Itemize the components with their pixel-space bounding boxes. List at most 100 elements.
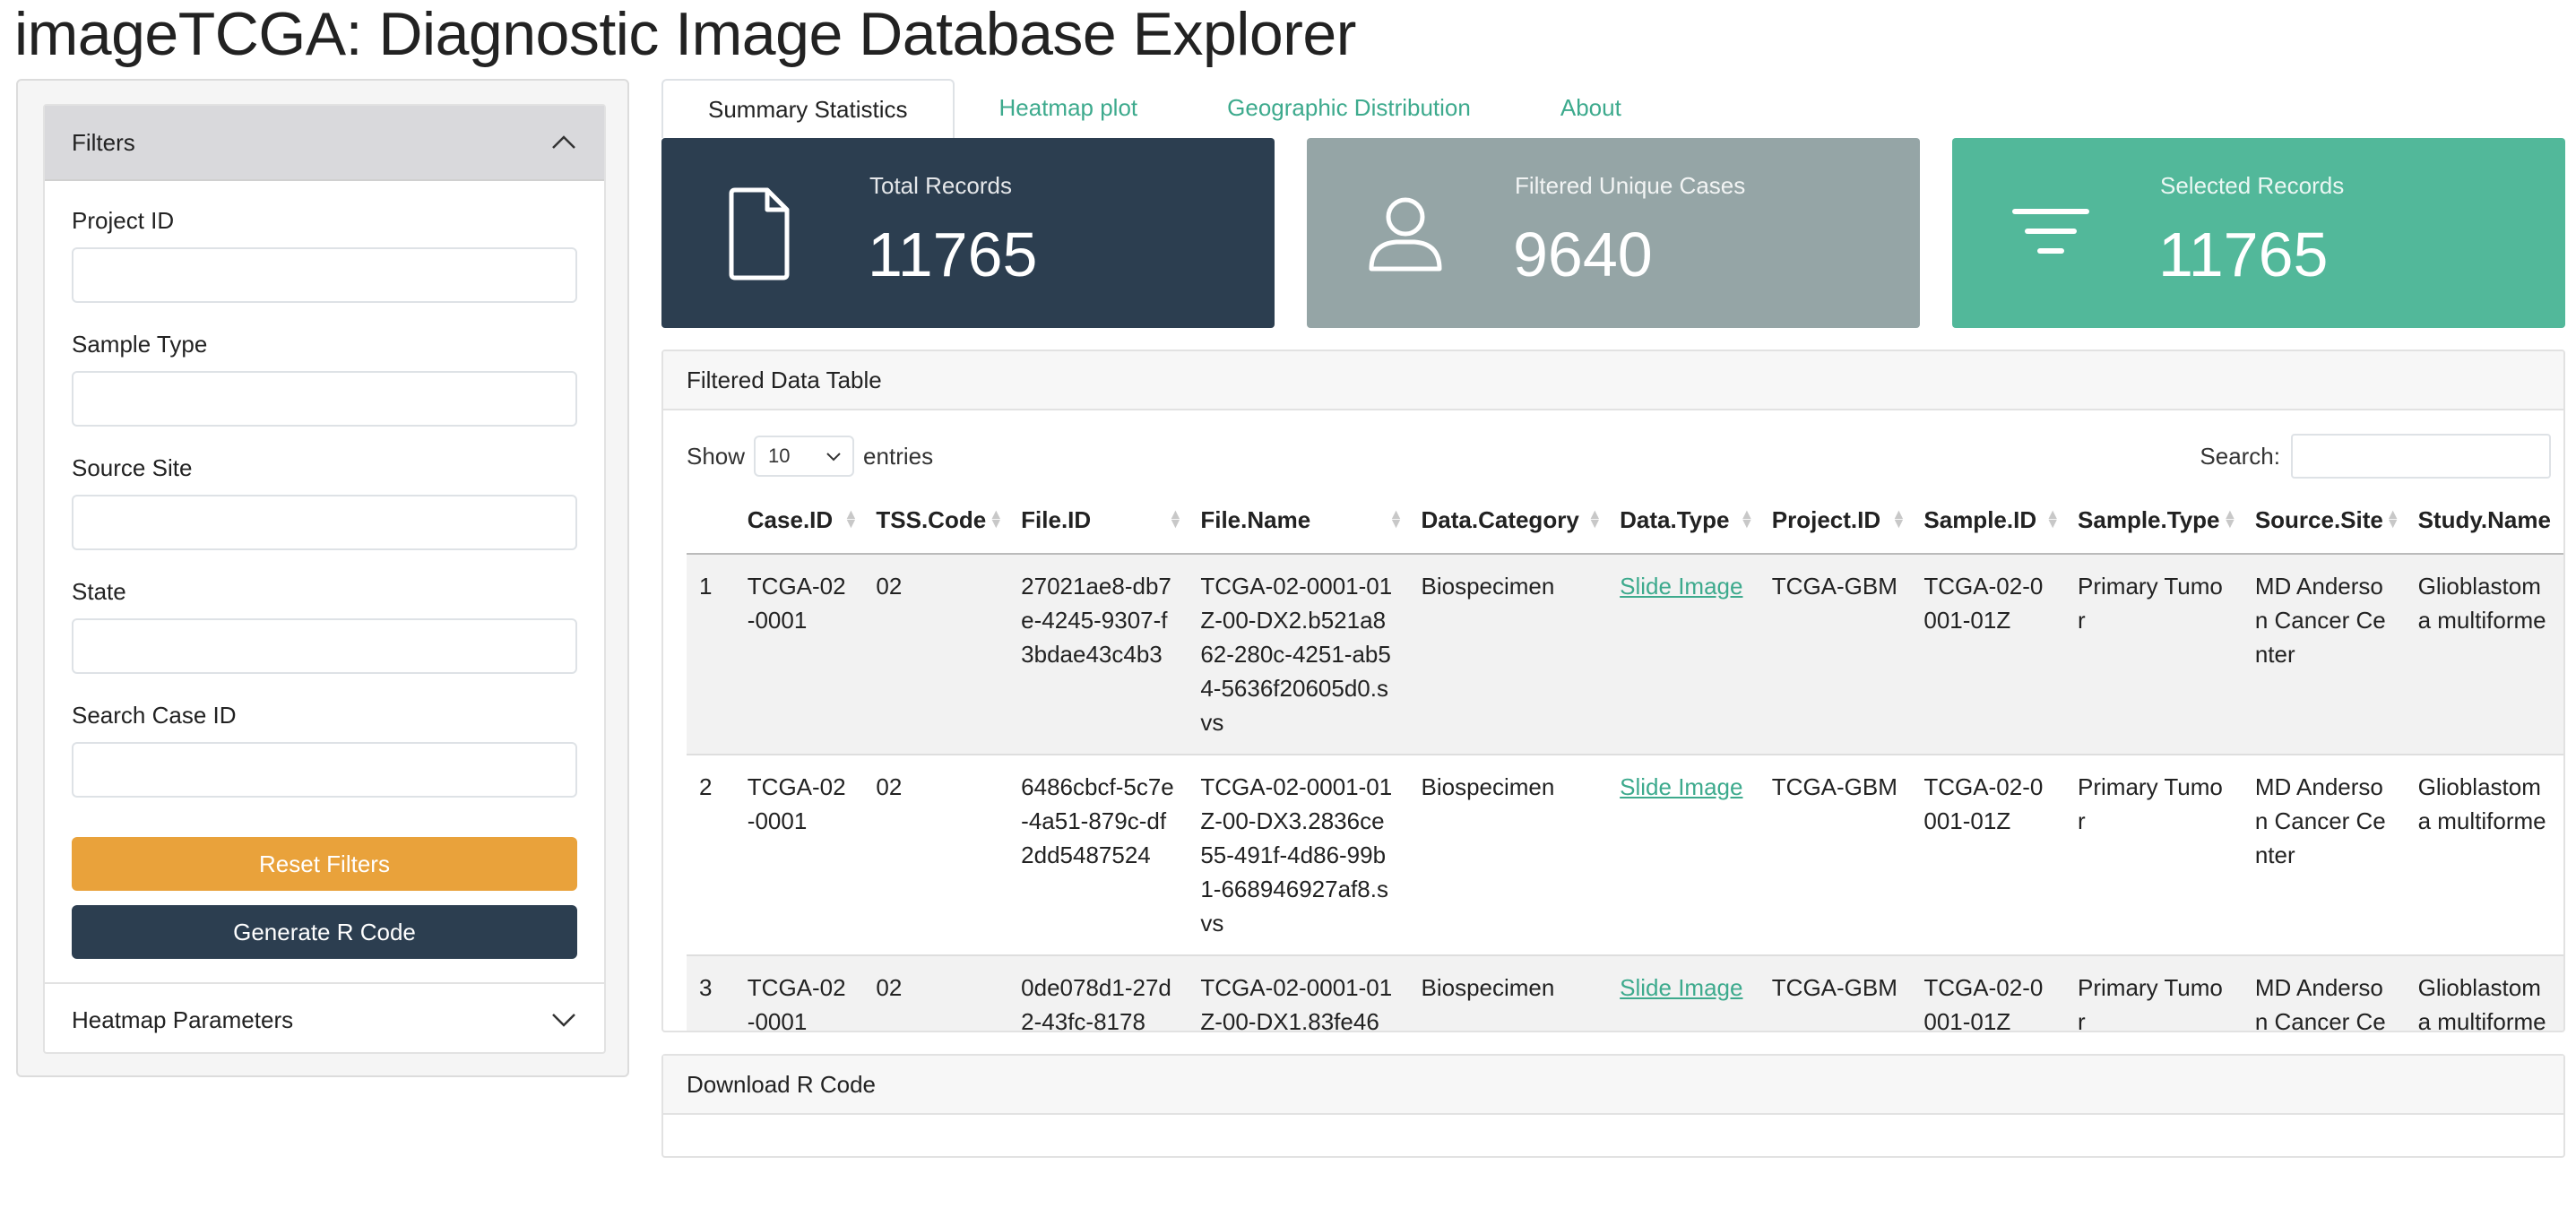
state-input[interactable] (72, 618, 577, 674)
search-case-id-label: Search Case ID (72, 702, 237, 729)
cell-file-id: 27021ae8-db7e-4245-9307-f3bdae43c4b3 (1008, 554, 1189, 755)
filtered-unique-cases-box: Filtered Unique Cases 9640 (1307, 138, 1920, 328)
search-case-id-group: Search Case ID (72, 701, 577, 798)
filtered-unique-cases-label: Filtered Unique Cases (1515, 172, 1746, 199)
sort-icon: ▲ ▼ (2045, 507, 2061, 531)
table-search-control: Search: (2200, 434, 2551, 479)
selected-records-label: Selected Records (2160, 172, 2345, 199)
col-header-label: Project.ID (1771, 506, 1881, 533)
filters-header-label: Filters (72, 128, 135, 156)
cell-index: 1 (687, 554, 735, 755)
cell-project-id: TCGA-GBM (1759, 954, 1912, 1031)
col-header-file-id[interactable]: File.ID ▲ ▼ (1008, 488, 1189, 555)
cell-case-id: TCGA-02-0001 (734, 554, 864, 755)
project-id-group: Project ID (72, 206, 577, 303)
cell-case-id: TCGA-02-0001 (734, 954, 864, 1031)
entries-length-select[interactable]: 10 (754, 436, 855, 477)
sort-icon: ▲ ▼ (1587, 507, 1603, 531)
col-header-label: Data.Category (1421, 506, 1579, 533)
cell-data-category: Biospecimen (1408, 954, 1608, 1031)
filtered-data-table-card: Filtered Data Table Show 10 entries Sear… (661, 350, 2565, 1032)
col-header-project-id[interactable]: Project.ID ▲ ▼ (1759, 488, 1912, 555)
sort-icon: ▲ ▼ (1168, 507, 1183, 531)
selected-records-box: Selected Records 11765 (1952, 138, 2565, 328)
data-table: Case.ID ▲ ▼ TSS.Code ▲ ▼ File.ID ▲ ▼ File.Name… (687, 488, 2563, 1031)
search-case-id-input[interactable] (72, 742, 577, 798)
download-r-code-card: Download R Code (661, 1054, 2565, 1158)
entries-label: entries (863, 442, 934, 470)
tab-geographic-distribution[interactable]: Geographic Distribution (1182, 79, 1516, 138)
col-header-source-site[interactable]: Source.Site ▲ ▼ (2242, 488, 2406, 555)
col-header-data-category[interactable]: Data.Category ▲ ▼ (1408, 488, 1608, 555)
source-site-input[interactable] (72, 495, 577, 550)
filtered-data-table-header: Filtered Data Table (663, 351, 2563, 410)
cell-data-type: Slide Image (1607, 554, 1759, 755)
state-label: State (72, 578, 126, 605)
table-search-input[interactable] (2291, 434, 2551, 479)
cell-data-type: Slide Image (1607, 754, 1759, 955)
search-label: Search: (2200, 442, 2280, 470)
cell-file-id: 6486cbcf-5c7e-4a51-879c-df2dd5487524 (1008, 754, 1189, 955)
sample-type-group: Sample Type (72, 330, 577, 427)
cell-source-site: MD Anderson Cancer Center (2242, 954, 2406, 1031)
total-records-label: Total Records (869, 172, 1012, 199)
cell-sample-id: TCGA-02-0001-01Z (1911, 554, 2066, 755)
table-row[interactable]: 2 TCGA-02-0001 02 6486cbcf-5c7e-4a51-879… (687, 754, 2563, 955)
sample-type-label: Sample Type (72, 331, 208, 358)
cell-data-category: Biospecimen (1408, 754, 1608, 955)
table-row[interactable]: 1 TCGA-02-0001 02 27021ae8-db7e-4245-930… (687, 554, 2563, 755)
chevron-down-icon (552, 1014, 575, 1027)
download-r-code-header: Download R Code (663, 1056, 2563, 1115)
tab-summary-statistics[interactable]: Summary Statistics (661, 79, 955, 138)
filter-icon (2012, 209, 2089, 254)
col-header-study-name[interactable]: Study.Name (2405, 488, 2563, 555)
filtered-unique-cases-value: 9640 (1513, 220, 1653, 289)
cell-file-id: 0de078d1-27d2-43fc-8178 (1008, 954, 1189, 1031)
table-row[interactable]: 3 TCGA-02-0001 02 0de078d1-27d2-43fc-817… (687, 954, 2563, 1031)
total-records-box: Total Records 11765 (661, 138, 1275, 328)
total-records-value: 11765 (868, 220, 1038, 289)
cell-source-site: MD Anderson Cancer Center (2242, 754, 2406, 955)
cell-tss-code: 02 (863, 954, 1009, 1031)
col-header-sample-id[interactable]: Sample.ID ▲ ▼ (1911, 488, 2066, 555)
sort-icon: ▲ ▼ (1891, 507, 1906, 531)
generate-r-code-button[interactable]: Generate R Code (72, 905, 577, 959)
cell-file-name: TCGA-02-0001-01Z-00-DX3.2836ce55-491f-4d… (1188, 754, 1409, 955)
app-title: imageTCGA: Diagnostic Image Database Exp… (14, 0, 1356, 68)
datatable-controls: Show 10 entries Search: (687, 434, 2551, 479)
slide-image-link[interactable]: Slide Image (1620, 773, 1742, 800)
col-header-label: Case.ID (747, 506, 834, 533)
col-header-case-id[interactable]: Case.ID ▲ ▼ (734, 488, 864, 555)
tab-about[interactable]: About (1516, 79, 1666, 138)
chevron-up-icon (552, 135, 575, 149)
sample-type-input[interactable] (72, 371, 577, 427)
slide-image-link[interactable]: Slide Image (1620, 573, 1742, 600)
heatmap-parameters-header[interactable]: Heatmap Parameters (45, 984, 604, 1056)
col-header-index (687, 488, 735, 555)
filters-accordion-header[interactable]: Filters (45, 106, 604, 181)
project-id-input[interactable] (72, 247, 577, 303)
select-chevron-icon (826, 453, 841, 462)
col-header-label: Sample.Type (2078, 506, 2220, 533)
cell-source-site: MD Anderson Cancer Center (2242, 554, 2406, 755)
cell-project-id: TCGA-GBM (1759, 754, 1912, 955)
col-header-sample-type[interactable]: Sample.Type ▲ ▼ (2065, 488, 2243, 555)
sidebar-panel: Filters Project ID Sample Type Source Si… (16, 79, 629, 1077)
tab-heatmap-plot[interactable]: Heatmap plot (955, 79, 1183, 138)
reset-filters-button[interactable]: Reset Filters (72, 837, 577, 891)
sort-icon: ▲ ▼ (1388, 507, 1404, 531)
cell-study-name: Glioblastoma multiforme (2405, 954, 2563, 1031)
show-label: Show (687, 442, 746, 470)
col-header-data-type[interactable]: Data.Type ▲ ▼ (1607, 488, 1759, 555)
col-header-label: TSS.Code (876, 506, 987, 533)
sort-icon: ▲ ▼ (2222, 507, 2237, 531)
state-group: State (72, 577, 577, 674)
filters-accordion: Filters Project ID Sample Type Source Si… (43, 104, 606, 1054)
cell-file-name: TCGA-02-0001-01Z-00-DX1.83fe46 (1188, 954, 1409, 1031)
col-header-file-name[interactable]: File.Name ▲ ▼ (1188, 488, 1409, 555)
user-icon (1369, 197, 1442, 272)
col-header-tss-code[interactable]: TSS.Code ▲ ▼ (863, 488, 1009, 555)
cell-tss-code: 02 (863, 554, 1009, 755)
col-header-label: Data.Type (1620, 506, 1730, 533)
slide-image-link[interactable]: Slide Image (1620, 974, 1742, 1001)
